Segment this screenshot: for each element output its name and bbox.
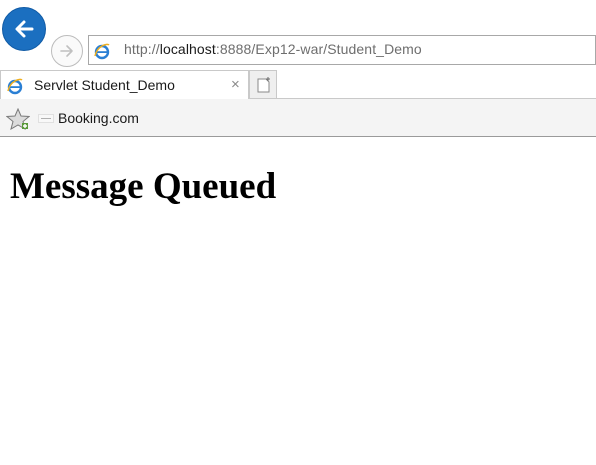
new-tab-button[interactable] [249,70,277,99]
new-tab-icon [257,77,270,93]
page-content: Message Queued [0,137,596,465]
url-text[interactable]: http://localhost:8888/Exp12-war/Student_… [124,41,422,57]
back-button[interactable] [2,7,46,51]
forward-arrow-icon [60,45,73,57]
forward-button[interactable] [51,35,83,67]
url-host: localhost [159,41,216,57]
add-to-favorites-star-icon[interactable] [6,108,30,130]
tab-servlet-student-demo[interactable]: Servlet Student_Demo × [0,70,249,99]
page-heading: Message Queued [10,166,277,207]
favorite-label: Booking.com [58,110,139,126]
tab-title: Servlet Student_Demo [34,77,175,93]
ie-page-icon [94,43,110,60]
tab-close-icon[interactable]: × [231,76,240,93]
back-arrow-icon [15,20,34,38]
favorites-bar: Booking.com [0,99,596,137]
address-bar[interactable]: http://localhost:8888/Exp12-war/Student_… [88,35,596,65]
browser-chrome: http://localhost:8888/Exp12-war/Student_… [0,0,596,137]
booking-favicon-icon [38,114,54,123]
ie-tab-icon [7,78,23,95]
